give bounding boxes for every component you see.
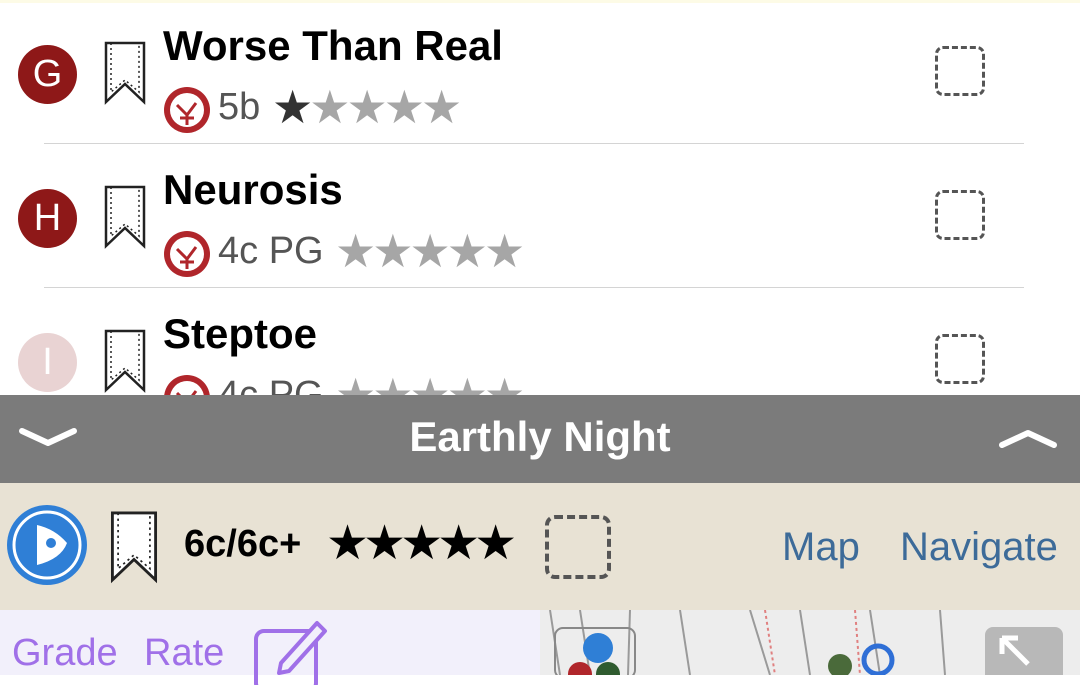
route-name[interactable]: Neurosis — [163, 166, 343, 214]
tick-checkbox[interactable] — [935, 190, 985, 240]
topo-map-image — [540, 610, 1080, 675]
star-icon: ★ — [484, 369, 525, 395]
bookmark-icon[interactable] — [103, 184, 147, 250]
star-icon: ★ — [409, 369, 451, 395]
star-icon: ★ — [272, 81, 313, 133]
star-rating: ★★★★★ — [272, 81, 462, 133]
route-letter-badge: G — [18, 45, 77, 104]
bookmark-icon[interactable] — [103, 40, 147, 106]
route-grade: 5b — [218, 86, 261, 128]
stars-icon: ★★★★★ — [326, 517, 517, 570]
navigate-link[interactable]: Navigate — [900, 525, 1058, 570]
chevron-up-icon[interactable] — [998, 417, 1058, 457]
selected-grade: 6c/6c+ — [184, 523, 302, 565]
bookmark-icon[interactable] — [109, 509, 159, 585]
grade-button[interactable]: Grade — [12, 632, 118, 675]
thecrag-logo-icon — [7, 505, 87, 585]
route-detail-panel: 6c/6c+ ★★★★★ Map Navigate — [0, 483, 1080, 610]
tick-checkbox[interactable] — [935, 46, 985, 96]
tick-checkbox[interactable] — [545, 515, 611, 579]
star-icon: ★ — [446, 225, 488, 277]
star-icon: ★ — [446, 369, 488, 395]
route-list[interactable]: G Worse Than Real 5b ★★★★★ H Neurosis 4c… — [0, 0, 1080, 395]
star-icon: ★ — [372, 225, 413, 277]
route-grade: 4c PG — [218, 230, 324, 272]
dock-title: Earthly Night — [409, 413, 671, 460]
star-icon: ★ — [484, 225, 525, 277]
bookmark-icon[interactable] — [103, 328, 147, 394]
route-row[interactable]: G Worse Than Real 5b ★★★★★ — [0, 0, 1080, 144]
rate-button[interactable]: Rate — [144, 632, 224, 675]
tick-checkbox[interactable] — [935, 334, 985, 384]
sport-climb-icon — [164, 231, 210, 277]
route-name[interactable]: Worse Than Real — [163, 22, 503, 70]
star-icon: ★ — [383, 81, 425, 133]
map-link[interactable]: Map — [782, 525, 860, 570]
route-name[interactable]: Steptoe — [163, 310, 317, 358]
route-row[interactable]: H Neurosis 4c PG ★★★★★ — [0, 144, 1080, 288]
star-icon: ★ — [309, 81, 350, 133]
map-preview[interactable] — [540, 610, 1080, 675]
sport-climb-icon — [164, 87, 210, 133]
star-rating: ★★★★★ — [335, 369, 525, 395]
star-icon: ★ — [335, 369, 376, 395]
route-grade: 4c PG — [218, 374, 324, 395]
star-rating: ★★★★★ — [326, 520, 517, 568]
star-icon: ★ — [421, 81, 462, 133]
sport-climb-icon — [164, 375, 210, 395]
route-letter-badge: I — [18, 333, 77, 392]
star-icon: ★ — [335, 225, 376, 277]
star-icon: ★ — [372, 369, 413, 395]
star-icon: ★ — [346, 81, 388, 133]
route-letter-badge: H — [18, 189, 77, 248]
route-row[interactable]: I Steptoe 4c PG ★★★★★ — [0, 288, 1080, 395]
route-dock-bar[interactable]: Earthly Night — [0, 395, 1080, 483]
star-rating: ★★★★★ — [335, 225, 525, 277]
star-icon: ★ — [409, 225, 451, 277]
